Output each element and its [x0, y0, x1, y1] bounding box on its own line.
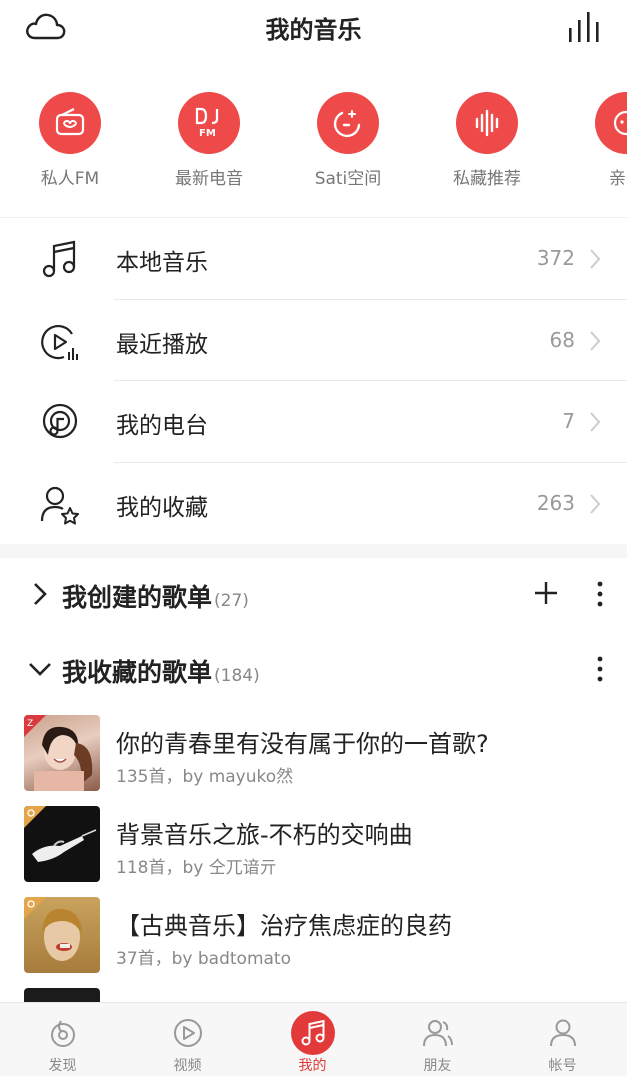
menu-item-count: 7: [562, 409, 575, 433]
created-playlists-header[interactable]: 我创建的歌单 (27): [0, 570, 627, 620]
quick-entry-new-edm[interactable]: FM 最新电音: [149, 90, 269, 200]
account-icon: [541, 1011, 585, 1055]
waveform-icon: [456, 92, 518, 154]
playlist-badge-icon: Z: [24, 715, 46, 737]
playlist-badge-icon: [24, 806, 46, 828]
section-title-text: 我收藏的歌单: [62, 658, 213, 687]
menu-item-label: 我的电台: [116, 413, 208, 439]
friends-icon: [416, 1011, 460, 1055]
tab-friends[interactable]: 朋友: [375, 1003, 500, 1076]
video-icon: [166, 1011, 210, 1055]
equalizer-bars-icon[interactable]: [567, 10, 603, 44]
section-separator: [0, 544, 627, 558]
tab-label: 我的: [298, 1058, 327, 1074]
menu-item-label: 本地音乐: [116, 250, 208, 276]
menu-item-local-music[interactable]: 本地音乐 372: [0, 218, 627, 300]
section-title-text: 我创建的歌单: [62, 583, 213, 612]
chevron-right-icon: [590, 412, 601, 432]
playlist-meta: 135首，by mayuko然: [116, 767, 294, 787]
tab-label: 朋友: [423, 1058, 452, 1074]
playlist-cover: Z: [24, 715, 100, 791]
more-vertical-icon[interactable]: [595, 580, 605, 608]
menu-item-label: 最近播放: [116, 331, 208, 358]
menu-item-count: 372: [536, 246, 575, 270]
tab-label: 发现: [48, 1058, 77, 1074]
tab-account[interactable]: 帐号: [500, 1003, 625, 1076]
menu-item-count: 68: [549, 327, 575, 352]
playlist-badge-icon: [24, 897, 46, 919]
section-title: 我创建的歌单 (27): [62, 578, 249, 614]
section-title: 我收藏的歌单 (184): [62, 653, 260, 689]
chevron-right-icon: [590, 330, 601, 351]
tab-label: 视频: [173, 1058, 202, 1074]
quick-entry-label: 最新电音: [175, 169, 243, 189]
chevron-right-icon: [590, 493, 601, 514]
playlist-cover: [24, 897, 100, 973]
quick-entry-private-fm[interactable]: 私人FM: [10, 90, 130, 200]
tab-video[interactable]: 视频: [125, 1003, 250, 1076]
chevron-down-icon[interactable]: [28, 657, 52, 681]
chevron-right-icon: [590, 249, 601, 269]
tab-my-music[interactable]: 我的: [250, 1003, 375, 1076]
playlist-meta: 37首，by badtomato: [116, 949, 291, 969]
recent-play-icon: [41, 324, 78, 360]
music-note-icon: [290, 1011, 335, 1055]
quick-entry-label: 亲子: [609, 169, 627, 189]
svg-text:FM: FM: [199, 128, 216, 139]
section-count: (184): [214, 666, 260, 686]
playlist-name: 【古典音乐】治疗焦虑症的良药: [116, 912, 452, 940]
more-vertical-icon[interactable]: [595, 655, 605, 683]
menu-item-count: 263: [536, 490, 575, 515]
top-header: 我的音乐: [0, 0, 627, 56]
add-icon[interactable]: [533, 580, 559, 606]
bottom-tab-bar: 发现 视频 我的 朋友 帐号: [0, 1002, 627, 1076]
svg-text:Z: Z: [27, 719, 33, 729]
discover-icon: [41, 1011, 85, 1055]
tab-label: 帐号: [548, 1058, 577, 1074]
playlist-name: 你的青春里有没有属于你的一首歌?: [116, 730, 489, 758]
quick-entry-label: Sati空间: [314, 169, 382, 189]
playlist-meta: 118首，by 仝兀谙亓: [116, 858, 277, 878]
menu-item-my-favorites[interactable]: 我的收藏 263: [0, 463, 627, 545]
quick-entry-label: 私人FM: [40, 169, 100, 189]
kids-face-icon: [595, 92, 627, 154]
section-count: (27): [214, 591, 249, 611]
my-music-menu: 本地音乐 372 最近播放 68 我的电台 7 我的收藏 263: [0, 218, 627, 544]
playlist-item[interactable]: 【古典音乐】治疗焦虑症的良药 37首，by badtomato: [0, 894, 627, 985]
quick-entry-label: 私藏推荐: [453, 169, 521, 189]
quick-entry-private-picks[interactable]: 私藏推荐: [427, 90, 547, 200]
quick-entry-kids[interactable]: 亲子: [566, 90, 627, 200]
user-star-icon: [40, 486, 79, 524]
menu-item-recent-play[interactable]: 最近播放 68: [0, 300, 627, 381]
quick-entry-row: 私人FM FM 最新电音 Sati空间 私藏推荐 亲子: [0, 90, 627, 200]
quick-entry-sati-space[interactable]: Sati空间: [288, 90, 408, 200]
page-title: 我的音乐: [265, 16, 362, 44]
music-note-icon: [42, 240, 76, 278]
tab-discover[interactable]: 发现: [0, 1003, 125, 1076]
podcast-icon: [42, 403, 78, 439]
playlist-cover: [24, 806, 100, 882]
collected-playlists-header[interactable]: 我收藏的歌单 (184): [0, 645, 627, 695]
radio-icon: [39, 92, 101, 154]
menu-item-label: 我的收藏: [116, 494, 208, 521]
dj-fm-icon: FM: [178, 92, 240, 154]
playlist-item[interactable]: 背景音乐之旅-不朽的交响曲 118首，by 仝兀谙亓: [0, 803, 627, 894]
moon-sparkle-icon: [317, 92, 379, 154]
chevron-right-icon[interactable]: [28, 582, 52, 606]
playlist-item[interactable]: Z 你的青春里有没有属于你的一首歌? 135首，by mayuko然: [0, 712, 627, 803]
menu-item-my-radio[interactable]: 我的电台 7: [0, 381, 627, 463]
playlist-name: 背景音乐之旅-不朽的交响曲: [116, 821, 413, 849]
